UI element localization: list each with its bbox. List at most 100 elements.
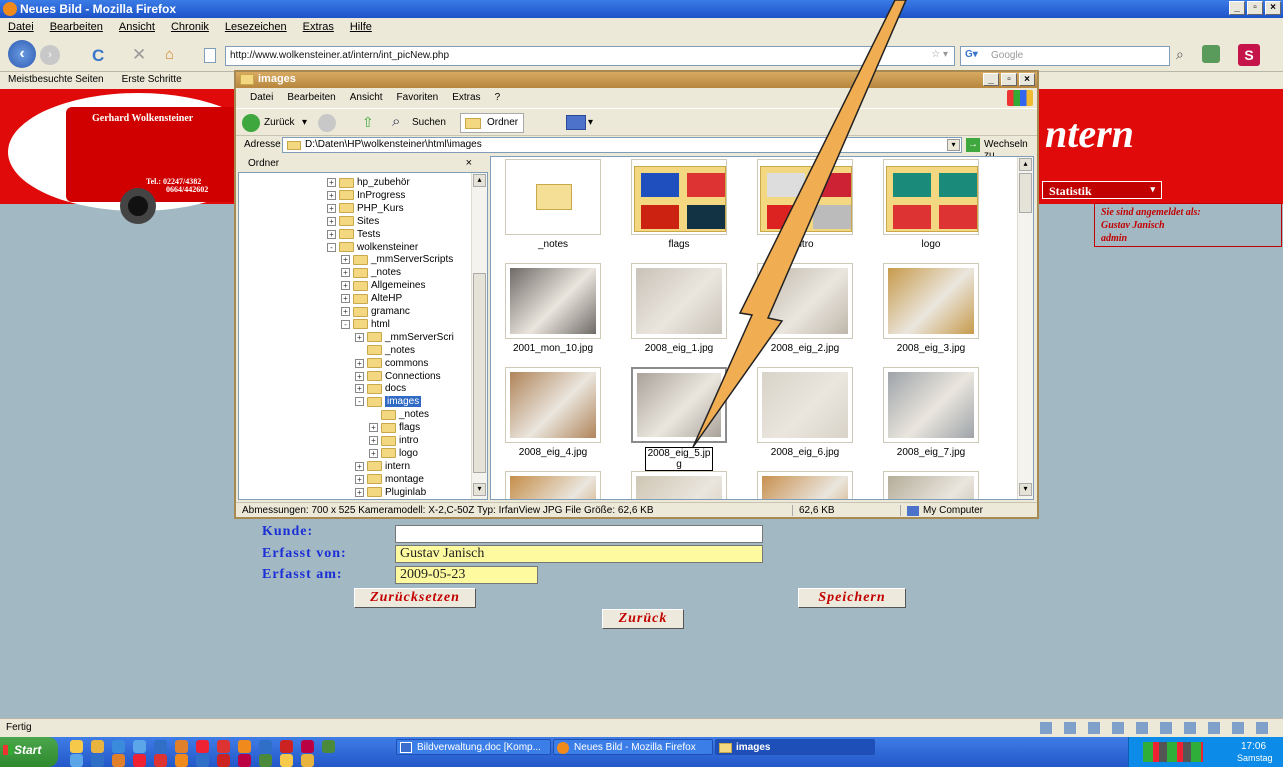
- folder-thumbnail[interactable]: [505, 159, 601, 235]
- address-input[interactable]: D:\Daten\HP\wolkensteiner\html\images ▾: [282, 137, 962, 153]
- image-thumbnail[interactable]: [757, 367, 853, 443]
- quick-launch-icon[interactable]: [301, 740, 314, 753]
- back-dropdown-icon[interactable]: ▾: [302, 117, 307, 128]
- file-label[interactable]: ntro: [742, 239, 868, 250]
- back-button[interactable]: Zurück: [602, 609, 684, 629]
- expand-icon[interactable]: +: [327, 203, 336, 213]
- explorer-menu-favoriten[interactable]: Favoriten: [397, 92, 439, 108]
- home-icon[interactable]: ⌂: [165, 46, 174, 63]
- collapse-icon[interactable]: -: [355, 397, 364, 407]
- tree-item-commons[interactable]: + commons: [355, 357, 428, 370]
- image-thumbnail[interactable]: [883, 367, 979, 443]
- file-scrollbar[interactable]: ▴ ▾: [1017, 157, 1033, 499]
- task-firefox[interactable]: Neues Bild - Mozilla Firefox: [553, 739, 713, 755]
- folder-up-icon[interactable]: ⇧: [362, 114, 374, 131]
- menu-datei[interactable]: Datei: [8, 21, 34, 36]
- expand-icon[interactable]: +: [327, 190, 336, 200]
- views-dropdown-icon[interactable]: ▾: [588, 117, 593, 128]
- image-thumbnail[interactable]: [883, 263, 979, 339]
- bookmark-erste-schritte[interactable]: Erste Schritte: [122, 74, 182, 89]
- tree-item-flags[interactable]: + flags: [369, 421, 420, 434]
- quick-launch-icon[interactable]: [301, 754, 314, 767]
- file-label[interactable]: 2008_eig_6.jpg: [742, 447, 868, 458]
- tree-item-inprogress[interactable]: + InProgress: [327, 189, 405, 202]
- expand-icon[interactable]: +: [341, 281, 350, 291]
- addon-icon[interactable]: [1202, 45, 1220, 63]
- image-thumbnail[interactable]: [883, 471, 979, 499]
- task-bildverwaltung[interactable]: Bildverwaltung.doc [Komp...: [396, 739, 551, 755]
- menu-lesezeichen[interactable]: Lesezeichen: [225, 21, 287, 36]
- expand-icon[interactable]: +: [327, 178, 336, 187]
- tree-item-docs[interactable]: + docs: [355, 382, 406, 395]
- tree-item--notes[interactable]: _notes: [355, 344, 415, 357]
- maximize-button[interactable]: ▫: [1247, 1, 1263, 15]
- explorer-menu-extras[interactable]: Extras: [452, 92, 480, 108]
- quick-launch-icon[interactable]: [133, 740, 146, 753]
- quick-launch-icon[interactable]: [70, 754, 83, 767]
- quick-launch-icon[interactable]: [280, 740, 293, 753]
- expand-icon[interactable]: +: [327, 216, 336, 226]
- quick-launch-icon[interactable]: [217, 740, 230, 753]
- expand-icon[interactable]: +: [355, 461, 364, 471]
- save-button[interactable]: Speichern: [798, 588, 906, 608]
- image-thumbnail[interactable]: [505, 471, 601, 499]
- file-label[interactable]: flags: [616, 239, 742, 250]
- tree-item--mmserverscri[interactable]: + _mmServerScri: [355, 331, 454, 344]
- quick-launch-icon[interactable]: [259, 740, 272, 753]
- quick-launch-icon[interactable]: [259, 754, 272, 767]
- folder-thumbnail[interactable]: [631, 159, 727, 235]
- google-icon[interactable]: G▾: [965, 49, 978, 60]
- tree-item-pluginlab[interactable]: + Pluginlab: [355, 486, 426, 499]
- expand-icon[interactable]: +: [341, 294, 350, 304]
- image-thumbnail[interactable]: [505, 263, 601, 339]
- quick-launch-icon[interactable]: [112, 754, 125, 767]
- tree-item--mmserverscripts[interactable]: + _mmServerScripts: [341, 253, 453, 266]
- forward-arrow-icon[interactable]: ›: [40, 45, 60, 65]
- expand-icon[interactable]: +: [355, 371, 364, 381]
- explorer-maximize-button[interactable]: ▫: [1001, 73, 1017, 86]
- quick-launch-icon[interactable]: [280, 754, 293, 767]
- scroll-down-icon[interactable]: ▾: [473, 483, 486, 496]
- start-button[interactable]: Start: [0, 737, 58, 767]
- expand-icon[interactable]: +: [341, 268, 350, 278]
- tree-scroll-thumb[interactable]: [473, 273, 486, 473]
- quick-launch-icon[interactable]: [238, 740, 251, 753]
- stop-icon[interactable]: ✕: [132, 45, 146, 65]
- file-scroll-up-icon[interactable]: ▴: [1019, 158, 1032, 171]
- tree-item-intern[interactable]: + intern: [355, 460, 410, 473]
- tree-item-php-kurs[interactable]: + PHP_Kurs: [327, 202, 404, 215]
- explorer-menu-ansicht[interactable]: Ansicht: [350, 92, 383, 108]
- file-scroll-down-icon[interactable]: ▾: [1019, 483, 1032, 496]
- explorer-minimize-button[interactable]: _: [983, 73, 999, 86]
- tree-item-allgemeines[interactable]: + Allgemeines: [341, 279, 425, 292]
- expand-icon[interactable]: +: [327, 229, 336, 239]
- reset-button[interactable]: Zurücksetzen: [354, 588, 476, 608]
- menu-chronik[interactable]: Chronik: [171, 21, 209, 36]
- quick-launch-icon[interactable]: [217, 754, 230, 767]
- expand-icon[interactable]: +: [369, 423, 378, 433]
- quick-launch-icon[interactable]: [70, 740, 83, 753]
- explorer-menu-bearbeiten[interactable]: Bearbeiten: [287, 92, 335, 108]
- tree-item-sites[interactable]: + Sites: [327, 215, 379, 228]
- expand-icon[interactable]: +: [369, 448, 378, 458]
- tree-item-montage[interactable]: + montage: [355, 473, 424, 486]
- file-label[interactable]: 2008_eig_7.jpg: [868, 447, 994, 458]
- menu-extras[interactable]: Extras: [303, 21, 334, 36]
- forward-arrow-icon[interactable]: [318, 114, 336, 132]
- erfasst-von-input[interactable]: Gustav Janisch: [395, 545, 763, 563]
- quick-launch-icon[interactable]: [91, 754, 104, 767]
- back-arrow-icon[interactable]: [242, 114, 260, 132]
- folders-toggle[interactable]: Ordner: [460, 113, 524, 133]
- search-icon[interactable]: ⌕: [392, 113, 400, 130]
- views-icon[interactable]: [566, 115, 586, 130]
- file-label[interactable]: 2008_eig_3.jpg: [868, 343, 994, 354]
- tree-item-tests[interactable]: + Tests: [327, 228, 380, 241]
- explorer-back-label[interactable]: Zurück: [264, 117, 295, 128]
- quick-launch-icon[interactable]: [196, 754, 209, 767]
- image-thumbnail[interactable]: [631, 471, 727, 499]
- tree-close-icon[interactable]: ×: [466, 157, 472, 169]
- expand-icon[interactable]: +: [341, 307, 350, 316]
- expand-icon[interactable]: +: [341, 255, 350, 265]
- explorer-menu-datei[interactable]: Datei: [250, 92, 273, 108]
- tray-icons[interactable]: [1143, 742, 1203, 762]
